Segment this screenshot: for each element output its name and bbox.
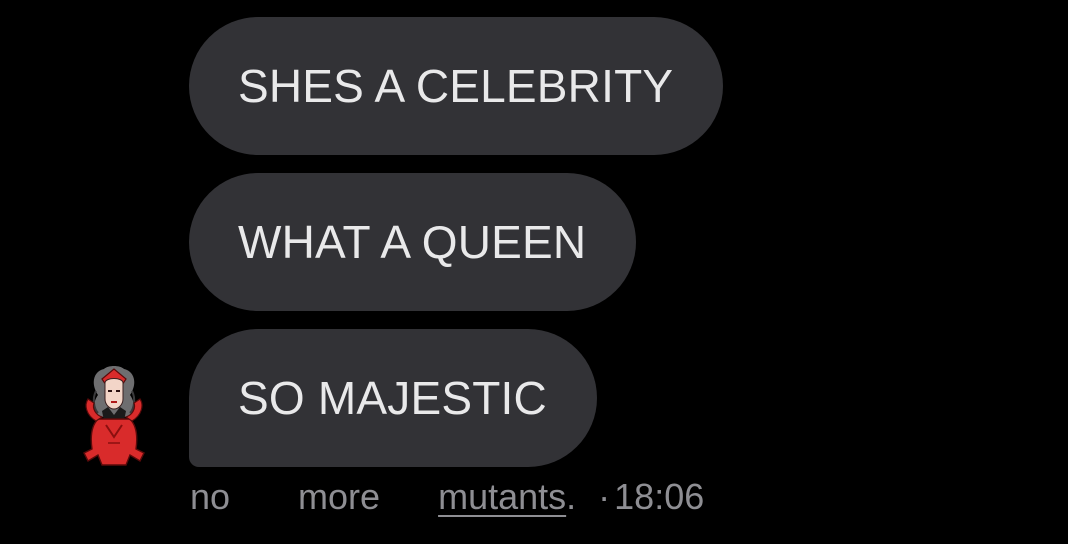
message-timestamp: 18:06 (614, 476, 705, 517)
message-bubble[interactable]: SO MAJESTIC (189, 329, 597, 467)
message-bubble[interactable]: WHAT A QUEEN (189, 173, 637, 311)
meta-word: more (298, 476, 381, 517)
meta-period: . (566, 476, 577, 517)
message-text: SO MAJESTIC (238, 372, 547, 424)
message-bubble[interactable]: SHES A CELEBRITY (189, 17, 724, 155)
scarlet-witch-avatar-icon (83, 366, 145, 466)
message-thread: SHES A CELEBRITY WHAT A QUEEN SO MAJESTI… (0, 0, 1068, 544)
meta-word: no (190, 476, 231, 517)
message-meta: no more mutants . · 18:06 (190, 474, 704, 520)
sender-name-link[interactable]: mutants (438, 476, 566, 518)
meta-separator: · (598, 476, 611, 517)
sender-avatar[interactable] (78, 365, 150, 469)
message-text: SHES A CELEBRITY (238, 60, 674, 112)
message-text: WHAT A QUEEN (238, 216, 587, 268)
